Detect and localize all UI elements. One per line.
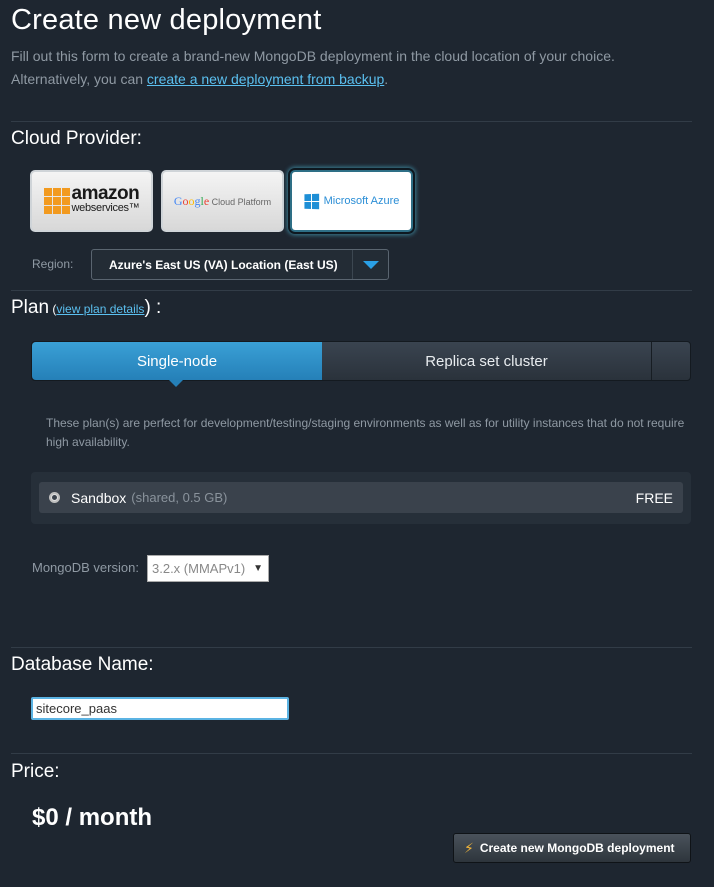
region-label: Region: xyxy=(32,257,74,271)
plan-title-text: Plan xyxy=(11,297,50,318)
view-plan-details-link[interactable]: view plan details xyxy=(56,302,144,316)
backup-link[interactable]: create a new deployment from backup xyxy=(147,71,384,87)
plan-title: Plan (view plan details) : xyxy=(11,297,161,319)
chevron-down-icon: ▼ xyxy=(253,563,263,574)
cloud-provider-title: Cloud Provider: xyxy=(11,128,142,149)
tab-single-node[interactable]: Single-node xyxy=(32,342,322,387)
plan-option-sandbox[interactable]: Sandbox (shared, 0.5 GB) FREE xyxy=(39,482,683,513)
plan-options: Sandbox (shared, 0.5 GB) FREE xyxy=(31,472,691,524)
create-deployment-button[interactable]: ⚡ Create new MongoDB deployment xyxy=(453,833,691,863)
price-title: Price: xyxy=(11,761,60,782)
divider xyxy=(11,753,692,754)
trademark: ™ xyxy=(128,202,140,214)
cloud-platform-text: Cloud Platform xyxy=(209,196,272,207)
plan-price: FREE xyxy=(635,489,673,506)
provider-google-button[interactable]: Google Cloud Platform xyxy=(161,170,284,232)
price-value: $0 / month xyxy=(32,804,153,831)
page-title: Create new deployment xyxy=(11,4,322,36)
google-cloud-logo: Google Cloud Platform xyxy=(174,194,271,209)
provider-azure-button[interactable]: Microsoft Azure xyxy=(290,170,413,232)
region-select[interactable]: Azure's East US (VA) Location (East US) xyxy=(91,249,389,280)
radio-button[interactable] xyxy=(49,492,60,503)
tab-spacer xyxy=(652,342,690,380)
plan-name: Sandbox xyxy=(71,489,127,506)
tab-replica-set-cluster[interactable]: Replica set cluster xyxy=(322,342,652,380)
intro-text: Fill out this form to create a brand-new… xyxy=(11,45,701,91)
divider xyxy=(11,121,692,122)
plan-tabs: Single-node Replica set cluster xyxy=(31,341,691,387)
create-button-label: Create new MongoDB deployment xyxy=(479,841,675,855)
database-name-input[interactable] xyxy=(31,697,289,720)
intro-line-2: Alternatively, you can create a new depl… xyxy=(11,68,701,91)
amazon-logo: amazon webservices™ xyxy=(43,184,140,214)
aws-wordmark: webservices xyxy=(71,202,130,214)
azure-label: Microsoft Azure xyxy=(323,195,400,207)
paren-close: ) : xyxy=(144,297,162,318)
plan-detail: (shared, 0.5 GB) xyxy=(131,490,228,505)
version-value: 3.2.x (MMAPv1) xyxy=(152,561,246,576)
intro-prefix: Alternatively, you can xyxy=(11,71,147,87)
plan-description: These plan(s) are perfect for developmen… xyxy=(46,416,685,449)
divider xyxy=(11,290,692,291)
database-name-title: Database Name: xyxy=(11,654,154,675)
amazon-wordmark: amazon xyxy=(71,183,140,204)
mongodb-version-select[interactable]: 3.2.x (MMAPv1) ▼ xyxy=(147,555,269,582)
mongodb-version-label: MongoDB version: xyxy=(32,560,139,575)
aws-cubes-icon xyxy=(43,188,70,214)
intro-suffix: . xyxy=(384,71,389,87)
intro-line-1: Fill out this form to create a brand-new… xyxy=(11,48,615,64)
provider-amazon-button[interactable]: amazon webservices™ xyxy=(30,170,153,232)
divider xyxy=(11,647,692,648)
dropdown-arrow-icon xyxy=(352,250,388,279)
region-value: Azure's East US (VA) Location (East US) xyxy=(109,257,338,272)
windows-logo-icon xyxy=(304,193,319,209)
lightning-bolt-icon: ⚡ xyxy=(464,839,474,856)
